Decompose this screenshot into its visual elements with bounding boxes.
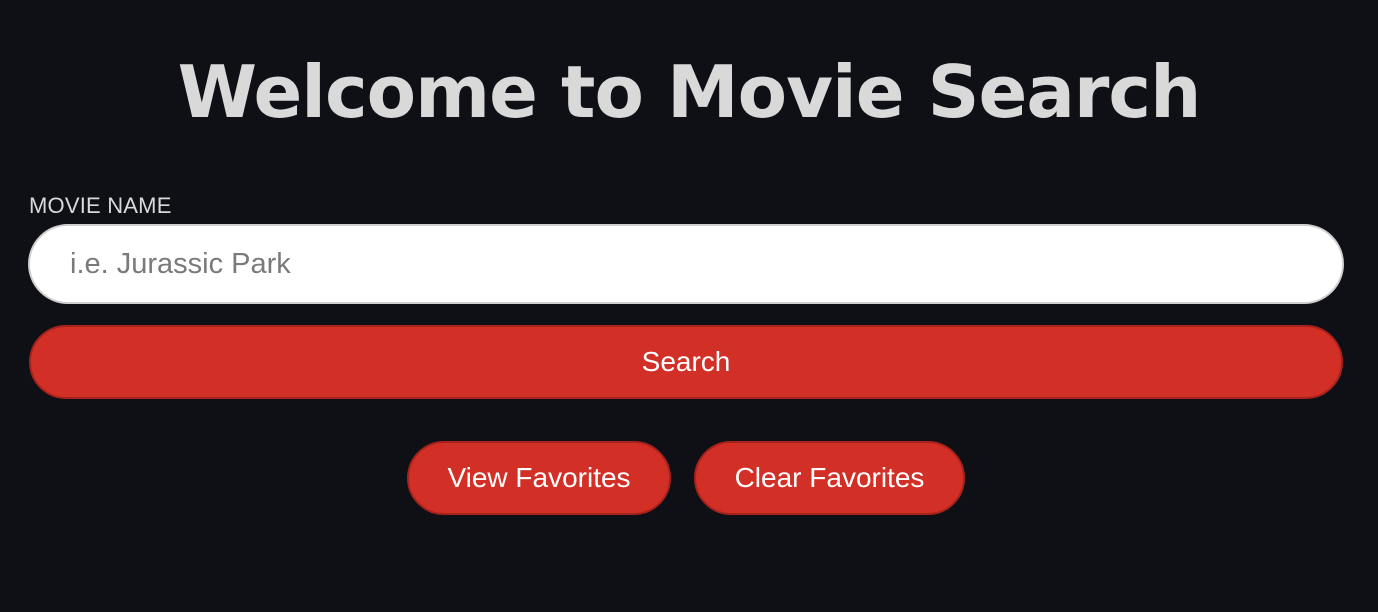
movie-name-label: MOVIE NAME [29,193,172,218]
movie-name-input[interactable] [28,224,1344,304]
clear-favorites-button[interactable]: Clear Favorites [694,441,965,515]
search-button[interactable]: Search [29,325,1343,399]
page-title: Welcome to Movie Search [177,50,1202,134]
view-favorites-button[interactable]: View Favorites [407,441,671,515]
movie-search-page: Welcome to Movie Search MOVIE NAME Searc… [0,0,1378,612]
